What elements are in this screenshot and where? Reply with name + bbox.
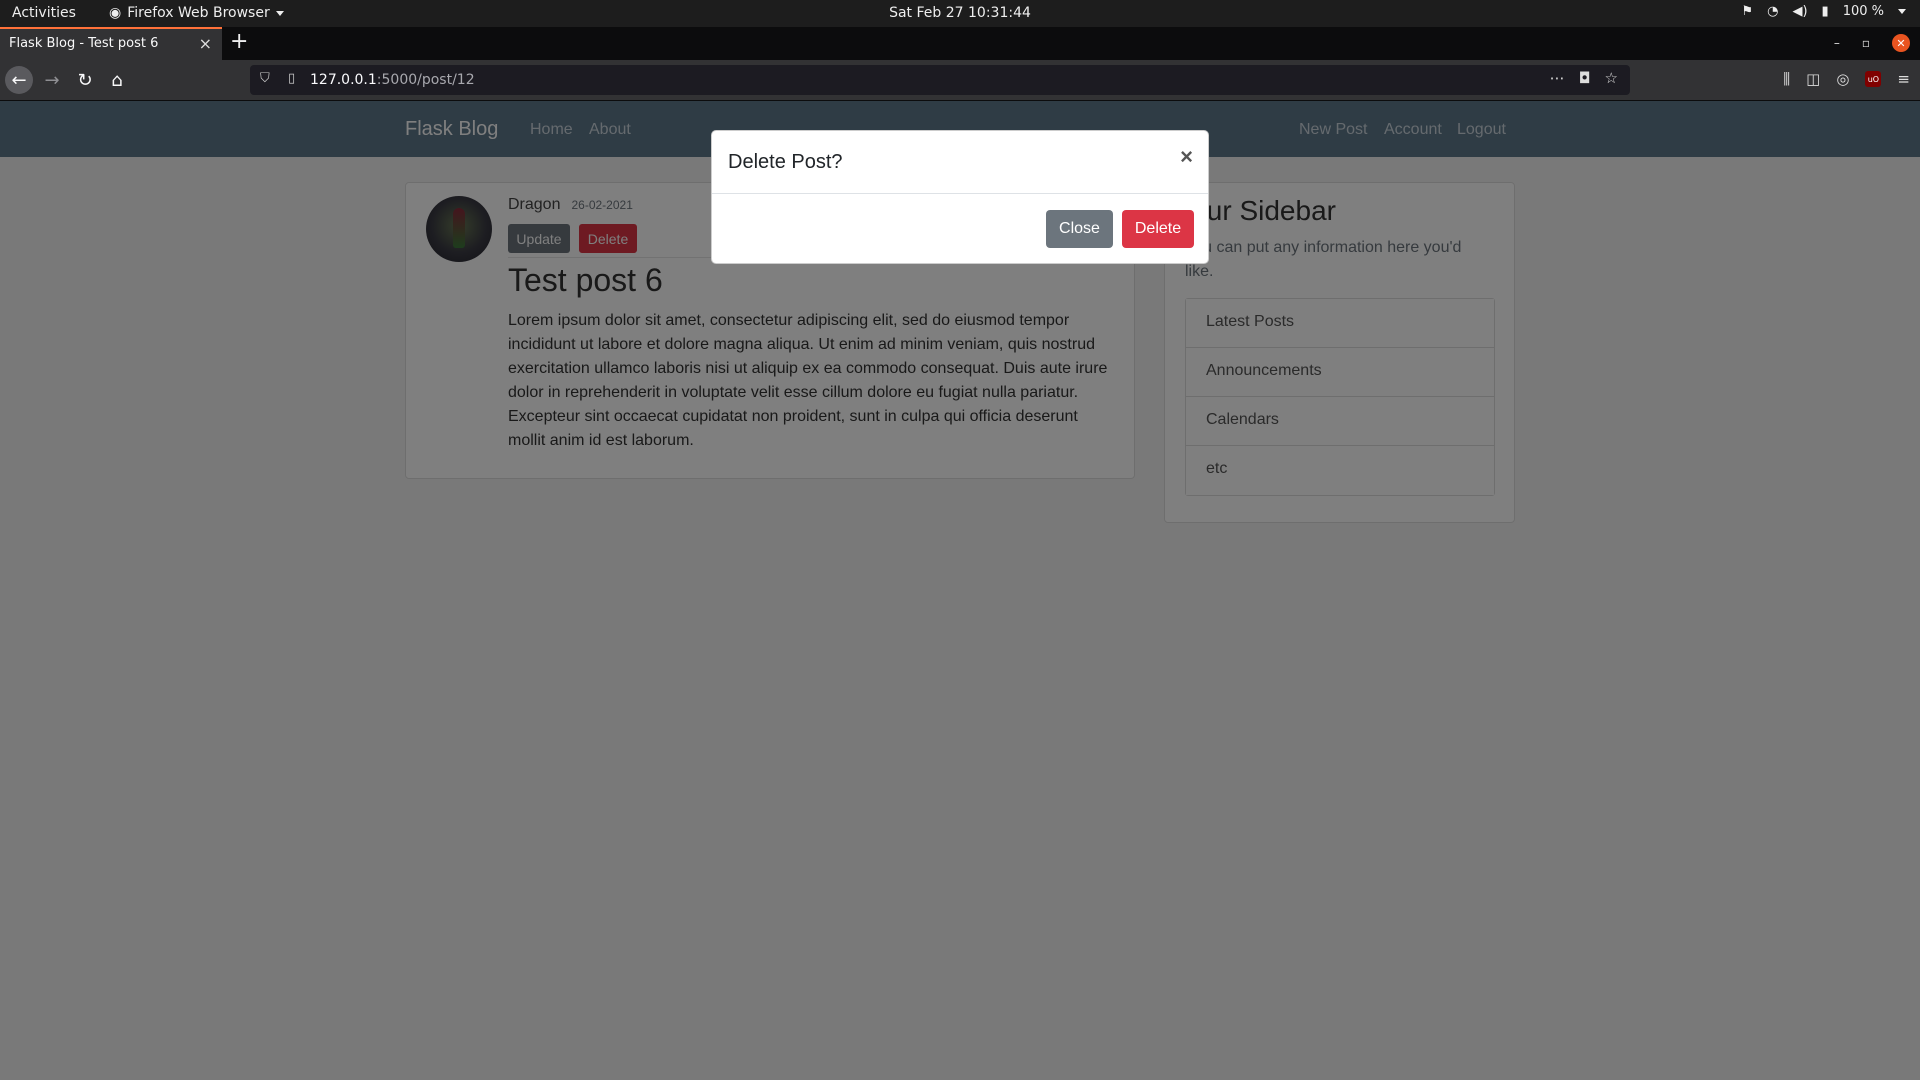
toolbar-right: ⫼ ◫ ◎ uO ≡: [1783, 70, 1910, 88]
app-menu-label: Firefox Web Browser: [127, 5, 270, 21]
forward-button[interactable]: →: [38, 66, 66, 94]
confirm-delete-button[interactable]: Delete: [1122, 210, 1194, 248]
new-tab-button[interactable]: +: [230, 29, 248, 54]
clock[interactable]: Sat Feb 27 10:31:44: [889, 5, 1031, 21]
reload-button[interactable]: ↻: [71, 66, 99, 94]
system-tray[interactable]: ⚑ ◔ ◀) ▮ 100 %: [1741, 4, 1906, 19]
system-top-bar: Activities ◉ Firefox Web Browser Sat Feb…: [0, 0, 1920, 27]
modal-header: Delete Post? ×: [712, 131, 1208, 194]
library-icon[interactable]: ⫼: [1783, 70, 1790, 88]
home-button[interactable]: ⌂: [103, 66, 131, 94]
page-actions-icon[interactable]: ⋯: [1550, 69, 1565, 87]
account-icon[interactable]: ◎: [1836, 70, 1849, 88]
chevron-down-icon: [275, 10, 284, 16]
modal-title: Delete Post?: [728, 151, 843, 173]
url-text[interactable]: 127.0.0.1:5000/post/12: [310, 72, 475, 88]
url-actions: ⋯ ◘ ☆: [1550, 69, 1618, 87]
chevron-down-icon: [1898, 9, 1906, 14]
window-controls: – ▫ ✕: [1834, 34, 1910, 52]
wifi-icon: ◔: [1767, 4, 1779, 19]
minimize-button[interactable]: –: [1834, 36, 1840, 50]
url-path: :5000/post/12: [376, 72, 475, 88]
url-bar[interactable]: ⛉ ▯ 127.0.0.1:5000/post/12 ⋯ ◘ ☆: [250, 65, 1630, 95]
sidebar-toggle-icon[interactable]: ◫: [1806, 70, 1820, 88]
back-button[interactable]: ←: [5, 66, 33, 94]
window-close-button[interactable]: ✕: [1892, 34, 1910, 52]
tab-title: Flask Blog - Test post 6: [9, 36, 159, 51]
pocket-icon[interactable]: ◘: [1579, 69, 1591, 87]
battery-icon: ▮: [1821, 4, 1829, 19]
shield-icon[interactable]: ⛉: [260, 71, 270, 86]
activities-button[interactable]: Activities: [12, 5, 76, 21]
page-info-icon[interactable]: ▯: [288, 71, 295, 86]
notification-icon: ⚑: [1741, 4, 1754, 19]
battery-percent: 100 %: [1842, 4, 1884, 19]
maximize-button[interactable]: ▫: [1862, 36, 1870, 50]
close-button[interactable]: Close: [1046, 210, 1113, 248]
app-menu[interactable]: ◉ Firefox Web Browser: [109, 5, 284, 21]
volume-icon: ◀): [1792, 4, 1808, 19]
url-host: 127.0.0.1: [310, 72, 377, 88]
tab-active[interactable]: Flask Blog - Test post 6 ×: [0, 27, 222, 60]
browser-toolbar: ← → ↻ ⌂ ⛉ ▯ 127.0.0.1:5000/post/12 ⋯ ◘ ☆…: [0, 60, 1920, 101]
close-icon[interactable]: ×: [1180, 146, 1193, 168]
tab-close-icon[interactable]: ×: [199, 34, 212, 53]
hamburger-menu-icon[interactable]: ≡: [1897, 70, 1910, 88]
firefox-icon: ◉: [109, 5, 122, 21]
bookmark-star-icon[interactable]: ☆: [1605, 69, 1618, 87]
delete-modal: Delete Post? × Close Delete: [711, 130, 1209, 264]
ublock-icon[interactable]: uO: [1865, 71, 1882, 87]
tab-strip: Flask Blog - Test post 6 × + – ▫ ✕: [0, 27, 1920, 60]
